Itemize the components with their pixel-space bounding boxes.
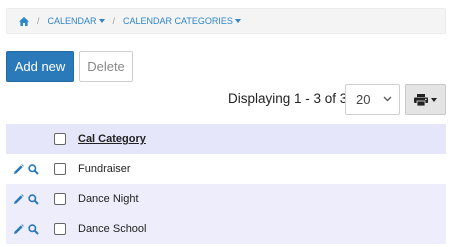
- caret-down-icon: [234, 19, 241, 23]
- table-row: Dance Night: [6, 184, 446, 214]
- breadcrumb-separator: /: [112, 16, 116, 26]
- search-icon[interactable]: [28, 193, 39, 205]
- row-actions: [6, 223, 46, 235]
- breadcrumb-calendar[interactable]: CALENDAR: [48, 16, 105, 26]
- table-row: Fundraiser: [6, 154, 446, 184]
- table-row: Dance School: [6, 214, 446, 244]
- breadcrumb-calendar-categories-label: CALENDAR CATEGORIES: [123, 16, 233, 26]
- breadcrumb-calendar-label: CALENDAR: [47, 16, 97, 26]
- categories-table: Cal Category Fundraiser Dance Night Danc…: [6, 124, 446, 244]
- category-cell: Dance School: [78, 223, 147, 235]
- row-actions: [6, 163, 46, 175]
- select-all-checkbox[interactable]: [54, 133, 66, 145]
- add-new-button[interactable]: Add new: [6, 51, 74, 82]
- row-checkbox[interactable]: [54, 223, 66, 235]
- edit-pencil-icon[interactable]: [13, 193, 24, 205]
- row-select-cell: [46, 223, 78, 235]
- caret-down-icon: [98, 19, 105, 23]
- column-header-cal-category[interactable]: Cal Category: [78, 133, 146, 145]
- delete-button[interactable]: Delete: [79, 51, 133, 82]
- print-button[interactable]: [405, 84, 446, 115]
- category-cell: Fundraiser: [78, 163, 131, 175]
- breadcrumb-calendar-categories[interactable]: CALENDAR CATEGORIES: [123, 16, 241, 26]
- table-header-row: Cal Category: [6, 124, 446, 154]
- search-icon[interactable]: [28, 163, 39, 175]
- home-icon[interactable]: [19, 16, 29, 26]
- breadcrumb-separator: /: [37, 16, 40, 26]
- chevron-down-icon: [383, 96, 392, 102]
- row-select-cell: [46, 163, 78, 175]
- breadcrumb: / CALENDAR / CALENDAR CATEGORIES: [6, 8, 446, 34]
- search-icon[interactable]: [28, 223, 39, 235]
- page-size-select[interactable]: 20: [345, 84, 400, 115]
- select-all-cell: [46, 133, 78, 145]
- caret-down-icon: [431, 97, 437, 102]
- row-select-cell: [46, 193, 78, 205]
- row-actions: [6, 193, 46, 205]
- row-checkbox[interactable]: [54, 193, 66, 205]
- row-checkbox[interactable]: [54, 163, 66, 175]
- category-cell: Dance Night: [78, 193, 139, 205]
- printer-icon: [414, 93, 428, 106]
- edit-pencil-icon[interactable]: [13, 223, 24, 235]
- pagination-summary: Displaying 1 - 3 of 3: [228, 91, 348, 106]
- page-size-value: 20: [356, 92, 371, 107]
- edit-pencil-icon[interactable]: [13, 163, 24, 175]
